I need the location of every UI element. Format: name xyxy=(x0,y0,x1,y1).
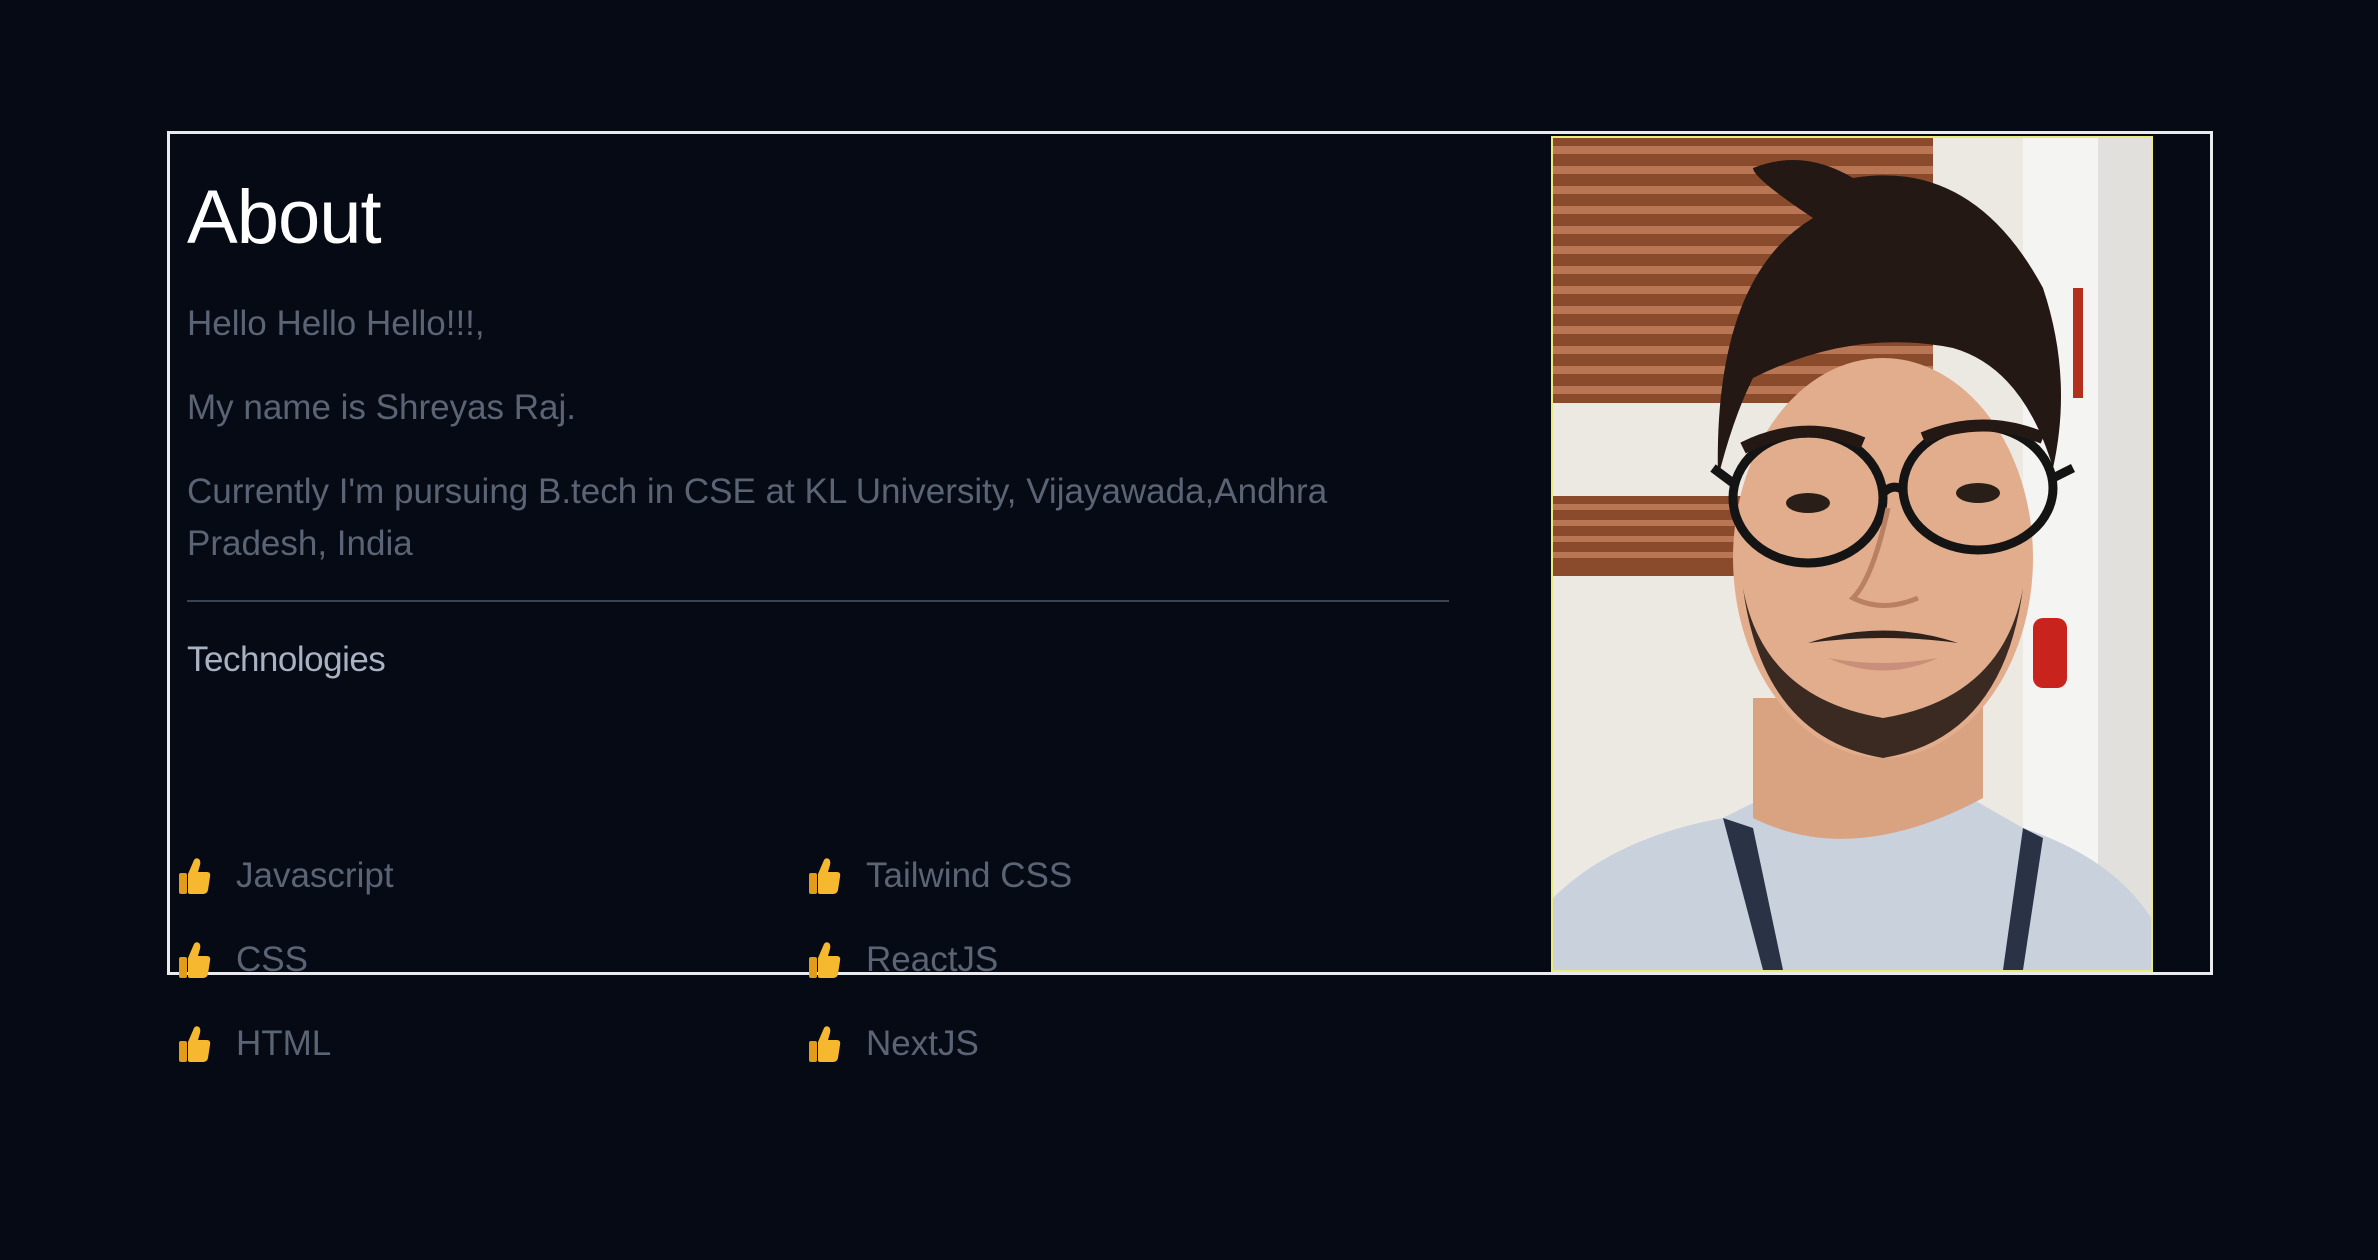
thumbs-up-icon xyxy=(178,940,212,980)
about-title: About xyxy=(187,175,382,260)
greeting-paragraph: Hello Hello Hello!!!, xyxy=(187,304,485,343)
name-paragraph: My name is Shreyas Raj. xyxy=(187,388,577,427)
tech-item-javascript: Javascript xyxy=(178,852,394,900)
fire-extinguisher xyxy=(2033,618,2067,688)
tech-item-html: HTML xyxy=(178,1020,331,1068)
tech-item-tailwind-css: Tailwind CSS xyxy=(808,852,1072,900)
thumbs-up-icon xyxy=(808,940,842,980)
thumbs-up-icon xyxy=(178,1024,212,1064)
tech-label: NextJS xyxy=(866,1024,979,1063)
thumbs-up-icon xyxy=(808,1024,842,1064)
tech-label: HTML xyxy=(236,1024,332,1063)
tech-label: CSS xyxy=(236,940,308,979)
tech-item-css: CSS xyxy=(178,936,308,984)
thumbs-up-icon xyxy=(808,856,842,896)
tech-item-reactjs: ReactJS xyxy=(808,936,998,984)
thumbs-up-icon xyxy=(178,856,212,896)
technologies-heading: Technologies xyxy=(187,640,386,679)
portrait-illustration xyxy=(1553,138,2151,970)
tech-label: Tailwind CSS xyxy=(866,856,1073,895)
profile-photo xyxy=(1551,136,2153,972)
tech-label: ReactJS xyxy=(866,940,999,979)
tech-item-nextjs: NextJS xyxy=(808,1020,979,1068)
tech-label: Javascript xyxy=(236,856,394,895)
education-paragraph: Currently I'm pursuing B.tech in CSE at … xyxy=(187,472,1328,563)
about-card: About Hello Hello Hello!!!, My name is S… xyxy=(167,131,2213,1063)
section-divider xyxy=(187,600,1449,602)
